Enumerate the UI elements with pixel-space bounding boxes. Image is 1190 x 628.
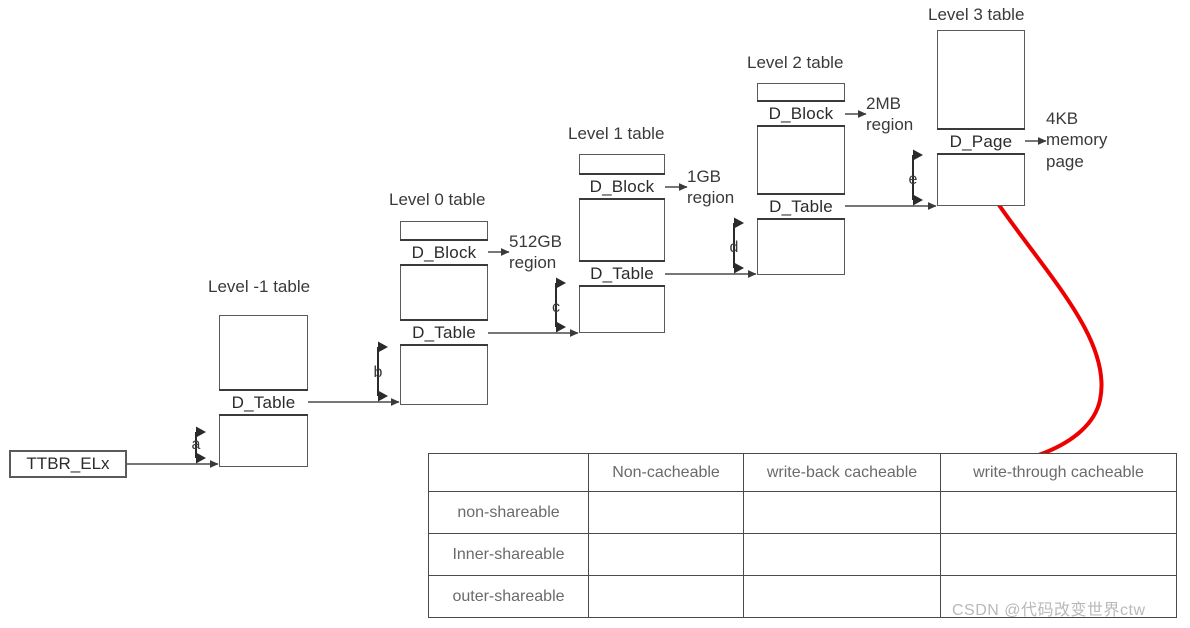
gap-label-e: e <box>908 171 918 188</box>
annotation-arrow-path <box>960 161 1104 472</box>
level-3-table[interactable] <box>937 30 1025 206</box>
level-1-entry-d-table[interactable]: D_Table <box>579 260 665 287</box>
region-line-2: region <box>866 115 914 135</box>
region-line-1: 1GB <box>687 167 722 186</box>
region-line-1: 4KB <box>1046 109 1079 128</box>
level-0-entry-d-block[interactable]: D_Block <box>400 239 488 266</box>
matrix-corner-cell <box>428 453 589 492</box>
level-minus-1-entry-d-table[interactable]: D_Table <box>219 389 308 416</box>
matrix-cell[interactable] <box>940 533 1177 576</box>
region-line-2: region <box>687 188 735 208</box>
matrix-cell[interactable] <box>743 575 941 618</box>
gap-label-b: b <box>373 364 383 381</box>
matrix-cell[interactable] <box>940 491 1177 534</box>
level-2-region-label: 2MB region <box>866 93 913 136</box>
region-line-2: memory <box>1046 130 1108 150</box>
level-1-entry-d-block[interactable]: D_Block <box>579 173 665 200</box>
matrix-col-header-non-cacheable: Non-cacheable <box>588 453 744 492</box>
region-line-2: region <box>509 253 557 273</box>
entry-label: D_Table <box>231 393 296 412</box>
entry-label: D_Block <box>768 104 834 123</box>
entry-label: D_Page <box>949 132 1013 151</box>
matrix-cell[interactable] <box>588 491 744 534</box>
level-2-caption: Level 2 table <box>747 53 844 72</box>
matrix-cell[interactable] <box>743 491 941 534</box>
level-3-caption: Level 3 table <box>928 5 1025 24</box>
matrix-row-header: outer-shareable <box>428 575 589 618</box>
level-minus-1-caption: Level -1 table <box>208 277 311 296</box>
gap-label-c: c <box>552 299 560 316</box>
level-3-entry-d-page[interactable]: D_Page <box>937 128 1025 155</box>
matrix-col-header-write-back: write-back cacheable <box>743 453 941 492</box>
matrix-header-row: Non-cacheable write-back cacheable write… <box>428 453 1177 492</box>
level-0-caption: Level 0 table <box>389 190 486 209</box>
level-3-region-label: 4KB memory page <box>1046 108 1107 172</box>
matrix-col-header-write-through: write-through cacheable <box>940 453 1177 492</box>
matrix-table: Non-cacheable write-back cacheable write… <box>428 453 1177 618</box>
matrix-cell[interactable] <box>588 575 744 618</box>
gap-label-d: d <box>729 239 739 256</box>
entry-label: D_Table <box>769 197 833 216</box>
entry-label: D_Table <box>590 264 654 283</box>
level-1-region-label: 1GB region <box>687 166 734 209</box>
level-2-entry-d-block[interactable]: D_Block <box>757 100 845 127</box>
level-2-entry-d-table[interactable]: D_Table <box>757 193 845 220</box>
entry-label: D_Table <box>412 323 476 342</box>
matrix-cell[interactable] <box>743 533 941 576</box>
watermark: CSDN @代码改变世界ctw <box>952 602 1146 619</box>
entry-label: D_Block <box>411 243 477 262</box>
region-line-3: page <box>1046 151 1084 171</box>
gap-label-a: a <box>191 436 201 453</box>
level-0-region-label: 512GB region <box>509 231 562 274</box>
cacheability-shareability-matrix[interactable]: Non-cacheable write-back cacheable write… <box>428 453 1177 618</box>
matrix-cell[interactable] <box>588 533 744 576</box>
diagram-canvas: TTBR_ELx Level -1 table D_Table a Level … <box>0 0 1190 628</box>
matrix-row-header: Inner-shareable <box>428 533 589 576</box>
ttbr-register-label: TTBR_ELx <box>26 454 110 473</box>
entry-label: D_Block <box>589 177 655 196</box>
region-line-1: 512GB <box>509 232 562 251</box>
level-0-entry-d-table[interactable]: D_Table <box>400 319 488 346</box>
ttbr-register-box[interactable]: TTBR_ELx <box>9 450 127 478</box>
matrix-row-inner-shareable: Inner-shareable <box>428 533 1177 576</box>
matrix-row-non-shareable: non-shareable <box>428 491 1177 534</box>
level-1-caption: Level 1 table <box>568 124 665 143</box>
matrix-row-header: non-shareable <box>428 491 589 534</box>
region-line-1: 2MB <box>866 94 901 113</box>
